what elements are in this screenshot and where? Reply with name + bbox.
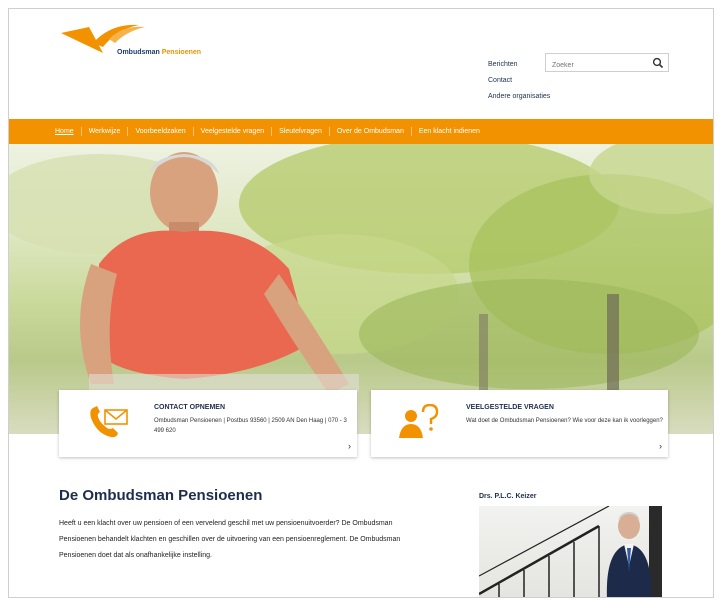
contact-card-text: Ombudsman Pensioenen | Postbus 93560 | 2… (154, 418, 347, 434)
chevron-right-icon[interactable]: › (348, 441, 351, 451)
faq-card-title: VEELGESTELDE VRAGEN (466, 404, 554, 411)
faq-card[interactable]: VEELGESTELDE VRAGEN Wat doet de Ombudsma… (371, 390, 668, 457)
nav-item-sleutelvragen[interactable]: Sleutelvragen (271, 127, 329, 136)
util-link-contact[interactable]: Contact (488, 73, 550, 89)
page-title: De Ombudsman Pensioenen (59, 487, 263, 504)
contact-card-title: CONTACT OPNEMEN (154, 404, 226, 411)
portrait-photo (479, 506, 662, 597)
intro-text: Heeft u een klacht over uw pensioen of e… (59, 520, 401, 559)
nav-item-over-de-ombudsman[interactable]: Over de Ombudsman (328, 127, 411, 136)
person-question-icon (399, 403, 443, 445)
nav-item-home[interactable]: Home (55, 127, 81, 136)
nav-item-veelgestelde-vragen[interactable]: Veelgestelde vragen (192, 127, 271, 136)
chevron-right-icon[interactable]: › (659, 441, 662, 451)
nav-item-klacht-indienen[interactable]: Een klacht indienen (410, 127, 487, 136)
logo-wordmark: Ombudsman Pensioenen (117, 49, 202, 56)
utility-links: Berichten Contact Andere organisaties (488, 57, 550, 105)
util-link-andere-organisaties[interactable]: Andere organisaties (488, 89, 550, 105)
nav-item-voorbeeldzaken[interactable]: Voorbeeldzaken (127, 127, 192, 136)
faq-card-text: Wat doet de Ombudsman Pensioenen? Wie vo… (466, 418, 663, 424)
nav-item-werkwijze[interactable]: Werkwijze (80, 127, 128, 136)
site-logo[interactable]: Ombudsman Pensioenen (59, 19, 229, 64)
search-input[interactable] (546, 57, 646, 74)
site-header: Ombudsman Pensioenen Berichten Contact A… (9, 9, 713, 119)
contact-card[interactable]: CONTACT OPNEMEN Ombudsman Pensioenen | P… (59, 390, 357, 457)
search-icon[interactable] (652, 56, 664, 74)
search-box (545, 53, 669, 74)
browser-page: Ombudsman Pensioenen Berichten Contact A… (8, 8, 714, 598)
main-nav: Home Werkwijze Voorbeeldzaken Veelgestel… (9, 119, 713, 144)
util-link-berichten[interactable]: Berichten (488, 57, 550, 73)
phone-mail-icon (87, 404, 131, 445)
sidebar-title: Drs. P.L.C. Keizer (479, 493, 537, 500)
